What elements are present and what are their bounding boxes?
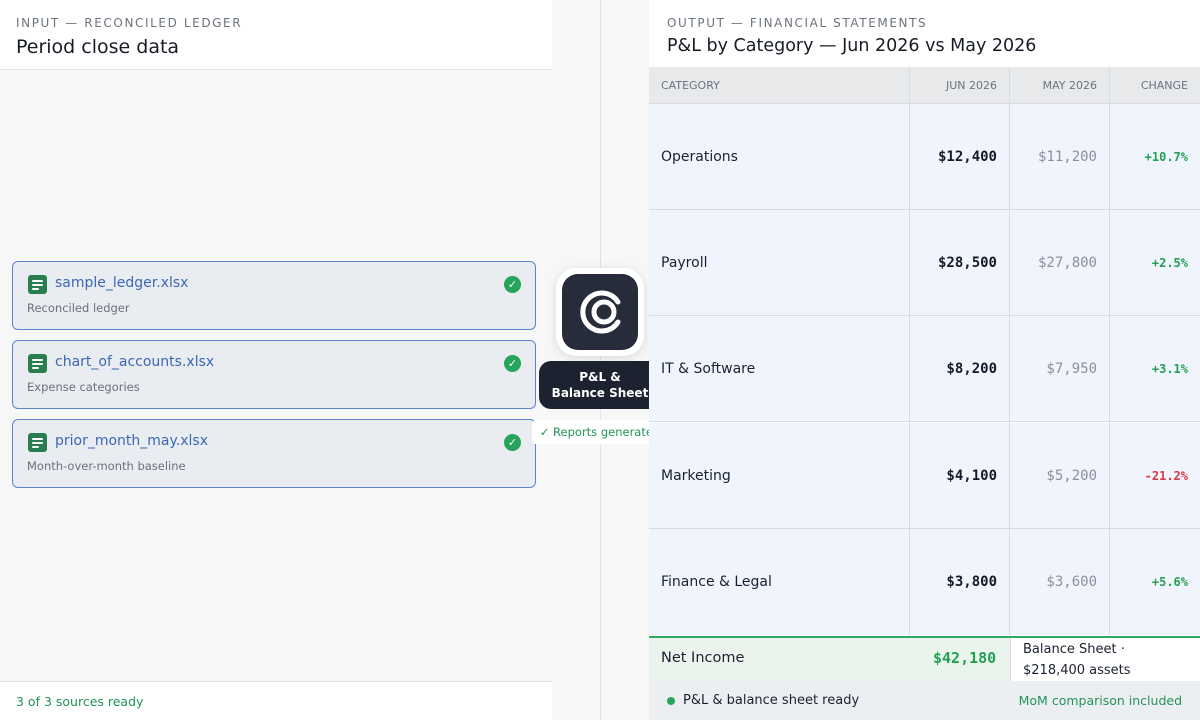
- reports-generated-status: ✓ Reports generated: [532, 420, 668, 444]
- category-cell: Finance & Legal: [661, 574, 772, 590]
- previous-value-cell: $5,200: [1046, 468, 1097, 484]
- comparison-status: MoM comparison included: [1018, 693, 1182, 708]
- app-logo-icon: [562, 274, 638, 350]
- output-eyebrow: OUTPUT — FINANCIAL STATEMENTS: [667, 16, 928, 30]
- file-description: Reconciled ledger: [27, 301, 130, 315]
- column-header-current[interactable]: JUN 2026: [946, 79, 997, 92]
- output-title: P&L by Category — Jun 2026 vs May 2026: [667, 36, 1037, 56]
- current-value-cell: $8,200: [946, 361, 997, 377]
- panel-divider: [600, 0, 601, 720]
- hub-label-line1: P&L &: [579, 370, 621, 384]
- net-income-row: Net Income $42,180 Balance Sheet · $218,…: [649, 636, 1200, 681]
- category-cell: Operations: [661, 149, 738, 165]
- check-circle-icon: ✓: [504, 434, 521, 451]
- balance-sheet-line2: $218,400 assets: [1023, 663, 1131, 678]
- sources-status: 3 of 3 sources ready: [16, 694, 144, 709]
- column-divider: [1009, 67, 1010, 635]
- check-circle-icon: ✓: [504, 355, 521, 372]
- table-row[interactable]: Payroll $28,500 $27,800 +2.5%: [649, 210, 1200, 316]
- spreadsheet-icon: [28, 433, 47, 452]
- previous-value-cell: $27,800: [1037, 255, 1097, 271]
- table-row[interactable]: Finance & Legal $3,800 $3,600 +5.6%: [649, 529, 1200, 635]
- column-header-previous[interactable]: MAY 2026: [1043, 79, 1097, 92]
- output-panel-header: OUTPUT — FINANCIAL STATEMENTS P&L by Cat…: [649, 0, 1200, 67]
- net-income-label: Net Income: [661, 650, 745, 666]
- output-panel: OUTPUT — FINANCIAL STATEMENTS P&L by Cat…: [649, 0, 1200, 720]
- category-cell: IT & Software: [661, 361, 756, 377]
- input-panel: INPUT — RECONCILED LEDGER Period close d…: [0, 0, 552, 720]
- hub-label: P&L & Balance Sheet: [539, 361, 661, 409]
- file-name: chart_of_accounts.xlsx: [55, 354, 215, 370]
- input-eyebrow: INPUT — RECONCILED LEDGER: [16, 16, 243, 30]
- previous-value-cell: $11,200: [1037, 149, 1097, 165]
- change-cell: -21.2%: [1144, 469, 1188, 483]
- file-name: prior_month_may.xlsx: [55, 433, 209, 449]
- column-header-category[interactable]: CATEGORY: [661, 79, 720, 92]
- change-cell: +2.5%: [1151, 256, 1188, 270]
- column-divider: [909, 67, 910, 635]
- processor-hub[interactable]: [556, 268, 644, 356]
- file-card-sample-ledger[interactable]: sample_ledger.xlsx Reconciled ledger ✓: [12, 261, 536, 330]
- net-income-value: $42,180: [933, 649, 997, 667]
- category-cell: Payroll: [661, 255, 708, 271]
- balance-sheet-line1: Balance Sheet ·: [1023, 642, 1125, 657]
- column-divider: [1109, 67, 1110, 635]
- change-cell: +3.1%: [1151, 362, 1188, 376]
- input-title: Period close data: [16, 36, 180, 58]
- file-description: Expense categories: [27, 380, 140, 394]
- current-value-cell: $28,500: [937, 255, 997, 271]
- output-footer: P&L & balance sheet ready MoM comparison…: [649, 681, 1200, 720]
- file-name: sample_ledger.xlsx: [55, 275, 189, 291]
- check-circle-icon: ✓: [504, 276, 521, 293]
- change-cell: +10.7%: [1144, 150, 1188, 164]
- input-panel-header: INPUT — RECONCILED LEDGER Period close d…: [0, 0, 552, 70]
- spreadsheet-icon: [28, 354, 47, 373]
- file-card-chart-of-accounts[interactable]: chart_of_accounts.xlsx Expense categorie…: [12, 340, 536, 409]
- previous-value-cell: $7,950: [1046, 361, 1097, 377]
- table-row[interactable]: IT & Software $8,200 $7,950 +3.1%: [649, 316, 1200, 422]
- spreadsheet-icon: [28, 275, 47, 294]
- change-cell: +5.6%: [1151, 575, 1188, 589]
- current-value-cell: $12,400: [937, 149, 997, 165]
- current-value-cell: $3,800: [946, 574, 997, 590]
- balance-sheet-summary: Balance Sheet · $218,400 assets: [1010, 638, 1200, 681]
- hub-label-line2: Balance Sheet: [551, 386, 649, 400]
- table-row[interactable]: Marketing $4,100 $5,200 -21.2%: [649, 423, 1200, 529]
- input-footer: 3 of 3 sources ready: [0, 681, 552, 720]
- table-row[interactable]: Operations $12,400 $11,200 +10.7%: [649, 104, 1200, 210]
- status-dot-icon: [667, 697, 675, 705]
- file-description: Month-over-month baseline: [27, 459, 186, 473]
- previous-value-cell: $3,600: [1046, 574, 1097, 590]
- current-value-cell: $4,100: [946, 468, 997, 484]
- file-card-prior-month[interactable]: prior_month_may.xlsx Month-over-month ba…: [12, 419, 536, 488]
- column-header-change[interactable]: CHANGE: [1141, 79, 1188, 92]
- table-header: CATEGORY JUN 2026 MAY 2026 CHANGE: [649, 67, 1200, 104]
- output-status: P&L & balance sheet ready: [683, 693, 860, 708]
- category-cell: Marketing: [661, 468, 731, 484]
